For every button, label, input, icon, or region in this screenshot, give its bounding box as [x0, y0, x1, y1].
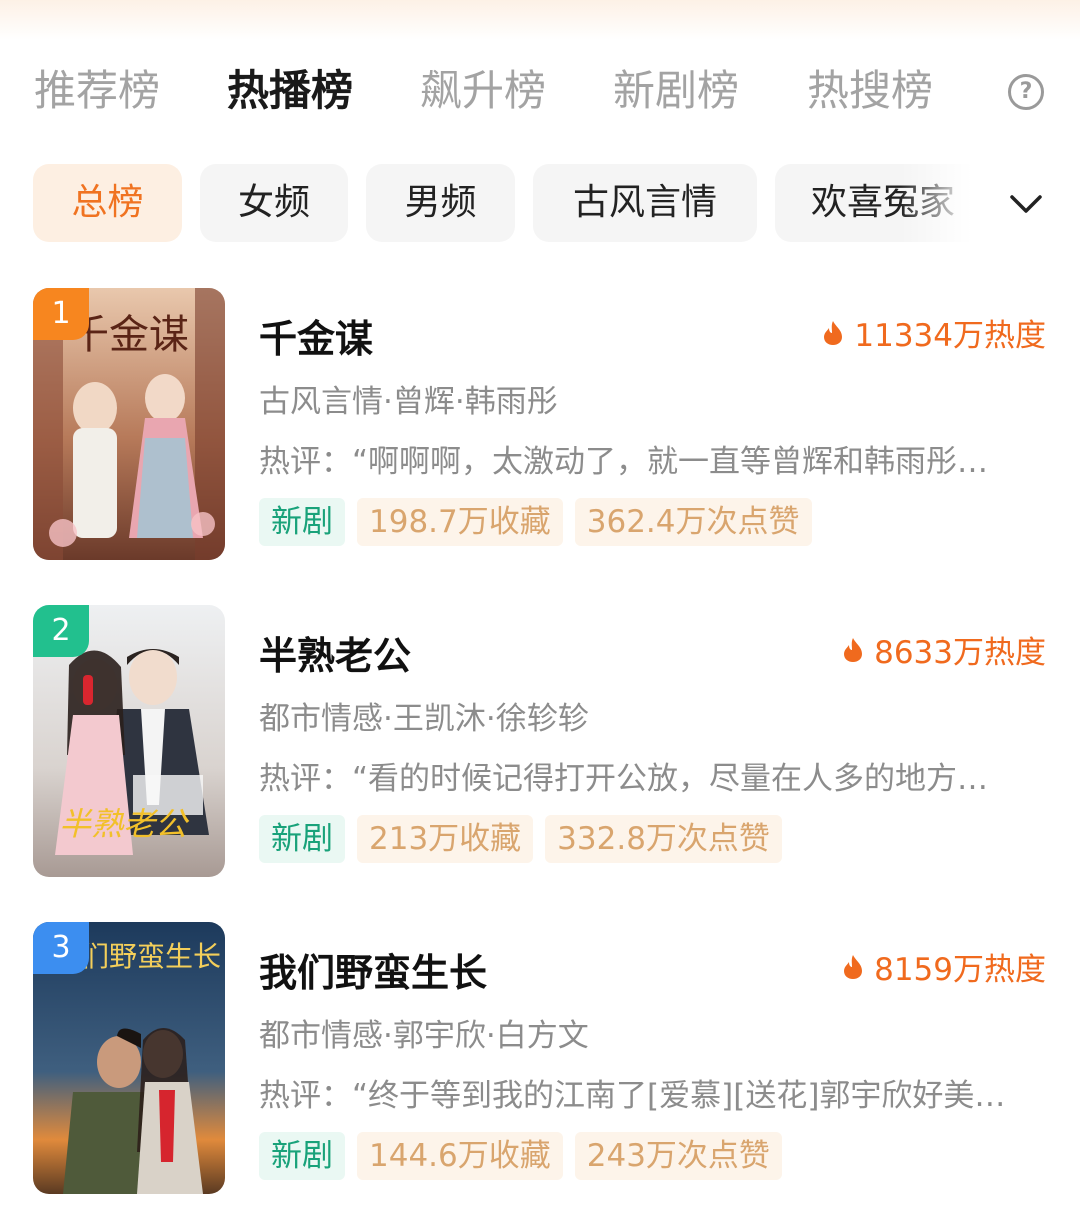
flame-icon: [824, 320, 843, 345]
tag-row: 新剧 213万收藏 332.8万次点赞: [259, 815, 794, 865]
question-circle-icon[interactable]: ?: [1008, 74, 1044, 110]
heat-value: 11334万热度: [854, 318, 1046, 354]
heat-value: 8159万热度: [874, 952, 1046, 988]
tab-recommend[interactable]: 推荐榜: [34, 56, 160, 126]
chip-overall[interactable]: 总榜: [33, 164, 182, 242]
poster-title-art: 半熟老公: [59, 805, 190, 843]
list-item[interactable]: 千金谋 1 千金谋 11334万热度 古风言情·曾辉·韩雨彤 热评：“啊啊啊，太…: [0, 288, 1080, 568]
chip-ancient-romance[interactable]: 古风言情: [533, 164, 757, 242]
collect-count-tag: 198.7万收藏: [357, 498, 563, 546]
like-count-tag: 243万次点赞: [574, 1132, 782, 1180]
flame-icon: [844, 637, 863, 662]
poster-image: 半熟老公 2: [33, 605, 225, 877]
chevron-down-icon[interactable]: [1008, 186, 1044, 222]
heat-value: 8633万热度: [874, 635, 1046, 671]
heat-score: 8633万热度: [842, 627, 1046, 672]
list-item[interactable]: 我们野蛮生长 3 我们野蛮生长 8159万热度 都市情感·郭宇欣·白方文 热评：…: [0, 922, 1080, 1202]
like-count-tag: 332.8万次点赞: [545, 815, 782, 863]
chip-female[interactable]: 女频: [200, 164, 348, 242]
drama-title: 我们野蛮生长: [259, 951, 488, 995]
flame-icon: [844, 954, 863, 979]
rank-badge: 1: [33, 288, 89, 340]
rank-badge: 2: [33, 605, 89, 657]
tab-hot-play[interactable]: 热播榜: [227, 56, 353, 126]
drama-meta: 都市情感·王凯沐·徐轸轸: [259, 701, 589, 737]
poster-image: 千金谋 1: [33, 288, 225, 560]
like-count-tag: 362.4万次点赞: [574, 498, 812, 546]
tag-row: 新剧 198.7万收藏 362.4万次点赞: [259, 498, 824, 548]
heat-score: 8159万热度: [842, 944, 1046, 989]
heat-score: 11334万热度: [822, 310, 1046, 355]
tab-new-drama[interactable]: 新剧榜: [613, 56, 739, 126]
top-background: [0, 0, 1080, 40]
drama-title: 千金谋: [259, 317, 374, 361]
hot-comment: 热评：“啊啊啊，太激动了，就一直等曾辉和韩雨彤…: [259, 444, 989, 480]
new-drama-tag: 新剧: [259, 498, 345, 546]
hot-comment: 热评：“终于等到我的江南了[爱慕][送花]郭宇欣好美…: [259, 1078, 1006, 1114]
drama-meta: 都市情感·郭宇欣·白方文: [259, 1018, 589, 1054]
drama-meta: 古风言情·曾辉·韩雨彤: [259, 384, 558, 420]
tag-row: 新剧 144.6万收藏 243万次点赞: [259, 1132, 794, 1182]
poster-image: 我们野蛮生长 3: [33, 922, 225, 1194]
new-drama-tag: 新剧: [259, 1132, 345, 1180]
collect-count-tag: 144.6万收藏: [357, 1132, 563, 1180]
new-drama-tag: 新剧: [259, 815, 345, 863]
list-item[interactable]: 半熟老公 2 半熟老公 8633万热度 都市情感·王凯沐·徐轸轸 热评：“看的时…: [0, 605, 1080, 885]
rank-badge: 3: [33, 922, 89, 974]
collect-count-tag: 213万收藏: [357, 815, 534, 863]
hot-comment: 热评：“看的时候记得打开公放，尽量在人多的地方…: [259, 761, 989, 797]
tab-rising[interactable]: 飙升榜: [420, 56, 546, 126]
tab-hot-search[interactable]: 热搜榜: [807, 56, 933, 126]
chip-fade-overlay: [900, 164, 1020, 244]
ranking-tabs: 推荐榜 热播榜 飙升榜 新剧榜 热搜榜: [0, 56, 1080, 126]
drama-title: 半熟老公: [259, 634, 412, 678]
chip-male[interactable]: 男频: [366, 164, 515, 242]
